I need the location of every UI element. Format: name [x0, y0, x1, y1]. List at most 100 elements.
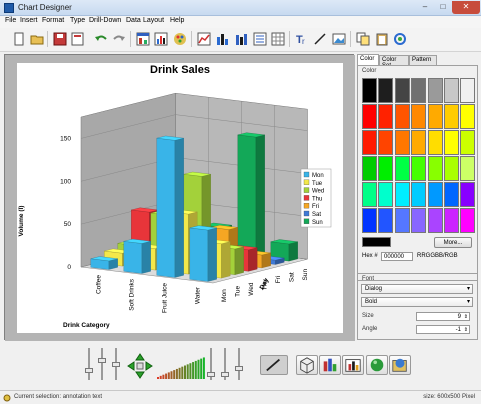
data-table-icon[interactable]: [136, 32, 150, 46]
color-swatch[interactable]: [411, 104, 427, 129]
undo-icon[interactable]: [94, 32, 108, 46]
color-swatch[interactable]: [394, 156, 410, 181]
chart-legend-swatch[interactable]: [303, 187, 310, 193]
color-swatch[interactable]: [362, 208, 377, 233]
chart-svg[interactable]: 0 50 100 150 Coffee Soft Drinks Fruit Juice Wa…: [5, 55, 355, 341]
rotation-slider[interactable]: [85, 348, 93, 380]
chart-bar-front[interactable]: [189, 227, 209, 282]
refresh-icon[interactable]: [393, 32, 407, 46]
paste-icon[interactable]: [375, 32, 389, 46]
chart-canvas[interactable]: 0 50 100 150 Coffee Soft Drinks Fruit Juice Wa…: [4, 54, 355, 341]
copy-icon[interactable]: [356, 32, 370, 46]
color-swatch[interactable]: [362, 104, 377, 129]
redo-icon[interactable]: [112, 32, 126, 46]
edit-tool-button[interactable]: [260, 355, 288, 375]
move-arrows-icon[interactable]: [126, 352, 154, 380]
color-swatch[interactable]: [411, 130, 427, 155]
color-swatch[interactable]: [460, 104, 476, 129]
menu-format[interactable]: Format: [42, 17, 64, 24]
color-swatch[interactable]: [362, 182, 377, 207]
slider-knob[interactable]: [221, 372, 229, 377]
color-swatch[interactable]: [411, 78, 427, 103]
tab-color[interactable]: Color: [357, 54, 379, 65]
spinner-arrows-icon[interactable]: ⇕: [464, 313, 468, 321]
font-angle-spinner[interactable]: -1 ⇕: [416, 325, 470, 334]
chart-legend-swatch[interactable]: [303, 218, 310, 224]
slider-knob[interactable]: [207, 372, 215, 377]
slider-knob[interactable]: [235, 366, 243, 371]
font-style-select[interactable]: Bold ▾: [361, 297, 473, 307]
color-swatch[interactable]: [427, 208, 443, 233]
color-swatch[interactable]: [394, 104, 410, 129]
color-swatch[interactable]: [460, 156, 476, 181]
color-swatch[interactable]: [362, 130, 377, 155]
chart-3d-button[interactable]: [342, 355, 364, 375]
color-swatch[interactable]: [378, 78, 394, 103]
chart-bar-side[interactable]: [234, 246, 244, 275]
bar-3d-button[interactable]: [319, 355, 341, 375]
color-swatch[interactable]: [427, 78, 443, 103]
chart-bar-front[interactable]: [123, 241, 143, 274]
color-swatch[interactable]: [411, 156, 427, 181]
preview-button[interactable]: [389, 355, 411, 375]
chart-bar[interactable]: [237, 132, 265, 258]
menu-layout[interactable]: Layout: [143, 17, 164, 24]
tab-pattern[interactable]: Pattern: [409, 55, 437, 65]
color-swatch[interactable]: [394, 78, 410, 103]
close-button[interactable]: ✕: [452, 1, 480, 14]
color-swatch[interactable]: [411, 182, 427, 207]
save-icon[interactable]: [53, 32, 67, 46]
chart-bar-front[interactable]: [237, 134, 257, 258]
open-icon[interactable]: [30, 32, 44, 46]
font-size-spinner[interactable]: 9 ⇕: [416, 312, 470, 321]
menu-drill-down[interactable]: Drill-Down: [89, 17, 121, 24]
chart-bar-side[interactable]: [221, 241, 231, 279]
color-swatch[interactable]: [444, 130, 459, 155]
spinner-arrows-icon[interactable]: ⇕: [464, 326, 468, 334]
chart-bar[interactable]: [189, 225, 217, 282]
chart-bar-side[interactable]: [288, 241, 298, 262]
color-swatch[interactable]: [444, 208, 459, 233]
menu-data[interactable]: Data: [126, 17, 141, 24]
area-chart-icon[interactable]: [234, 32, 248, 46]
minimize-button[interactable]: –: [416, 1, 434, 14]
chart-legend-swatch[interactable]: [303, 179, 310, 185]
chart-y-axis-label[interactable]: Volume (l): [18, 206, 25, 237]
color-swatch[interactable]: [427, 182, 443, 207]
maximize-button[interactable]: □: [434, 1, 452, 14]
chart-x-axis-label[interactable]: Drink Category: [63, 322, 110, 329]
image-icon[interactable]: [332, 32, 346, 46]
menu-help[interactable]: Help: [170, 17, 184, 24]
chart-bar-side[interactable]: [141, 241, 151, 274]
chart-legend-swatch[interactable]: [303, 203, 310, 209]
text-format-icon[interactable]: Tr: [295, 32, 309, 46]
font-family-select[interactable]: Dialog ▾: [361, 284, 473, 294]
color-swatch[interactable]: [460, 130, 476, 155]
shadow-slider[interactable]: [235, 348, 243, 380]
color-palette-icon[interactable]: [173, 32, 187, 46]
chart-legend[interactable]: Mon Tue WedThu Fri Sat Sun: [300, 168, 332, 228]
more-colors-button[interactable]: More...: [434, 237, 472, 248]
color-swatch[interactable]: [378, 104, 394, 129]
color-swatch[interactable]: [411, 208, 427, 233]
color-swatch[interactable]: [394, 130, 410, 155]
color-swatch[interactable]: [378, 130, 394, 155]
line-chart-icon[interactable]: [197, 32, 211, 46]
slider-knob[interactable]: [112, 362, 120, 367]
chart-legend-swatch[interactable]: [303, 210, 310, 217]
save-as-icon[interactable]: [71, 32, 85, 46]
color-swatch[interactable]: [362, 156, 377, 181]
hex-input[interactable]: 000000: [381, 252, 413, 261]
lighting-button[interactable]: [366, 355, 388, 375]
chart-legend-swatch[interactable]: [303, 195, 310, 201]
3d-view-button[interactable]: [296, 355, 318, 375]
data-sheet-icon[interactable]: [271, 32, 285, 46]
chart-bar[interactable]: [90, 256, 118, 270]
chart-bar-side[interactable]: [174, 137, 184, 278]
color-swatch[interactable]: [444, 78, 459, 103]
chart-bar-side[interactable]: [248, 247, 258, 272]
color-swatch[interactable]: [394, 208, 410, 233]
color-swatch[interactable]: [427, 130, 443, 155]
color-swatch[interactable]: [444, 182, 459, 207]
slider-knob[interactable]: [85, 368, 93, 373]
